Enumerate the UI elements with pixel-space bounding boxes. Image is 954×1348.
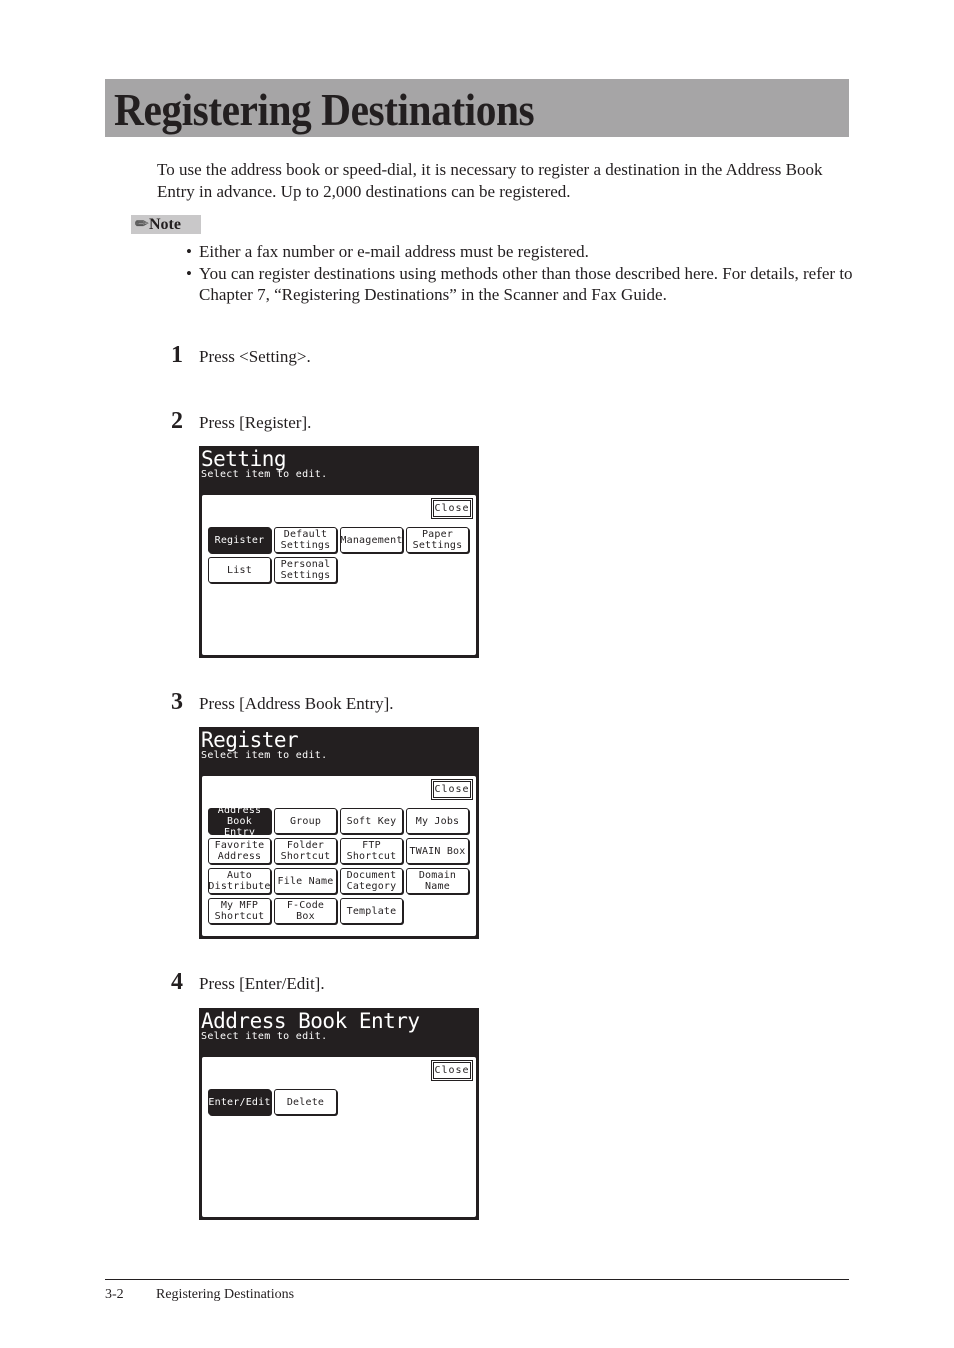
bullet-icon: • [186,242,192,261]
address-book-entry-button[interactable]: Address Book Entry [208,805,271,838]
step-number: 4 [171,969,183,995]
screen-body: Close Address Book Entry Group Soft Key My … [201,775,477,937]
screen-header: Address Book Entry Select item to edit. [199,1008,479,1054]
note-label: ✏Note [131,215,201,234]
screen-title: Setting [201,447,287,471]
twain-box-button[interactable]: TWAIN Box [406,838,469,864]
step-text: Press [Register]. [199,413,312,432]
page-title: Registering Destinations [114,85,535,135]
domain-name-button[interactable]: Domain Name [406,868,469,894]
pencil-icon: ✏ [135,216,149,234]
intro-paragraph: To use the address book or speed-dial, i… [157,160,823,201]
setting-screen: Setting Select item to edit. Close Regis… [199,446,479,658]
bullet-icon: • [186,263,192,283]
screen-subtitle: Select item to edit. [201,469,328,480]
screen-title: Register [201,728,299,752]
register-button[interactable]: Register [208,527,271,553]
default-settings-button[interactable]: Default Settings [274,527,337,553]
footer-divider [105,1279,849,1280]
step-text: Press [Address Book Entry]. [199,694,394,713]
note-item: • You can register destinations using met… [186,263,853,305]
title-bar: Registering Destinations [105,79,849,137]
screen-header: Register Select item to edit. [199,727,479,773]
my-mfp-shortcut-button[interactable]: My MFP Shortcut [208,898,271,924]
step-number: 1 [171,342,183,368]
note-label-text: Note [149,216,181,233]
step-text: Press <Setting>. [199,347,311,366]
screen-subtitle: Select item to edit. [201,1031,328,1042]
close-button[interactable]: Close [431,779,473,800]
template-button[interactable]: Template [340,898,403,924]
group-button[interactable]: Group [274,808,337,834]
close-button[interactable]: Close [431,1060,473,1081]
address-book-entry-screen: Address Book Entry Select item to edit. … [199,1008,479,1220]
delete-button[interactable]: Delete [274,1089,337,1115]
screen-header: Setting Select item to edit. [199,446,479,492]
register-screen: Register Select item to edit. Close Addr… [199,727,479,939]
footer-section-title: Registering Destinations [156,1287,295,1302]
list-button[interactable]: List [208,557,271,583]
paper-settings-button[interactable]: Paper Settings [406,527,469,553]
my-jobs-button[interactable]: My Jobs [406,808,469,834]
file-name-button[interactable]: File Name [274,868,337,894]
step-text: Press [Enter/Edit]. [199,974,325,993]
screen-title: Address Book Entry [201,1009,420,1033]
screen-body: Close Enter/Edit Delete [201,1056,477,1218]
close-button[interactable]: Close [431,498,473,519]
step-number: 3 [171,689,183,715]
document-category-button[interactable]: Document Category [340,868,403,894]
personal-settings-button[interactable]: Personal Settings [274,557,337,583]
screen-body: Close Register Default Settings Management… [201,494,477,656]
enter-edit-button[interactable]: Enter/Edit [208,1089,271,1115]
step-number: 2 [171,408,183,434]
folder-shortcut-button[interactable]: Folder Shortcut [274,838,337,864]
soft-key-button[interactable]: Soft Key [340,808,403,834]
ftp-shortcut-button[interactable]: FTP Shortcut [340,838,403,864]
screen-subtitle: Select item to edit. [201,750,328,761]
favorite-address-button[interactable]: Favorite Address [208,838,271,864]
footer-page-number: 3-2 [105,1287,124,1302]
f-code-box-button[interactable]: F-Code Box [274,898,337,924]
note-item: • Either a fax number or e-mail address m… [186,242,589,261]
note-list: • Either a fax number or e-mail address m… [186,241,856,306]
management-button[interactable]: Management [340,527,403,553]
auto-distribute-button[interactable]: Auto Distribute [208,868,271,894]
